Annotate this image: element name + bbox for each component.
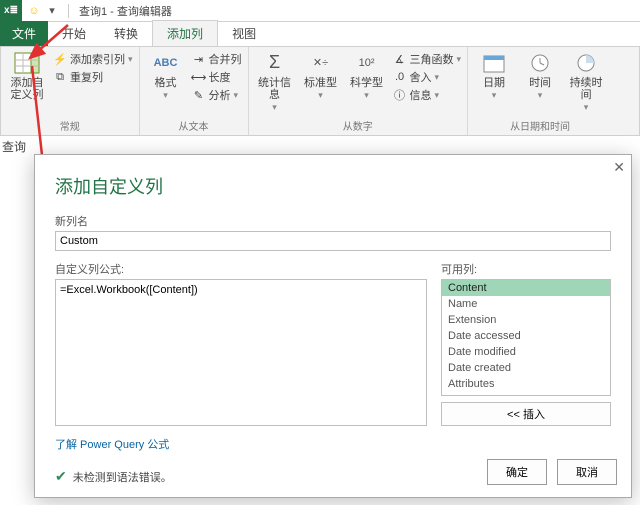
add-custom-column-dialog: ✕ 添加自定义列 新列名 自定义列公式: 可用列: Content Name E… — [34, 154, 632, 498]
tab-add-column[interactable]: 添加列 — [152, 20, 218, 46]
formula-input[interactable] — [55, 279, 427, 426]
tab-view[interactable]: 视图 — [218, 21, 270, 46]
standard-icon: ✕÷ — [307, 51, 335, 75]
list-item[interactable]: Date modified — [442, 344, 610, 360]
list-item[interactable]: Attributes — [442, 376, 610, 392]
list-item[interactable]: Date accessed — [442, 328, 610, 344]
list-item[interactable]: Name — [442, 296, 610, 312]
format-icon: ABC — [152, 51, 180, 75]
divider — [68, 4, 69, 18]
list-item[interactable]: Date created — [442, 360, 610, 376]
stats-button[interactable]: Σ 统计信息▾ — [255, 51, 295, 113]
close-icon[interactable]: ✕ — [613, 159, 625, 176]
add-index-column-button[interactable]: ⚡添加索引列▾ — [53, 51, 133, 67]
merge-columns-button[interactable]: ⇥合并列 — [192, 51, 242, 67]
round-button[interactable]: .0舍入▾ — [393, 69, 462, 85]
clock-icon — [526, 51, 554, 75]
learn-link[interactable]: 了解 Power Query 公式 — [55, 436, 611, 452]
smiley-icon[interactable]: ☺ — [26, 3, 42, 19]
duplicate-column-button[interactable]: ⧉重复列 — [53, 69, 133, 85]
tab-home[interactable]: 开始 — [48, 21, 100, 46]
length-icon: ⟷ — [192, 70, 206, 84]
available-columns-label: 可用列: — [441, 261, 611, 277]
group-label: 常规 — [60, 118, 80, 133]
group-from-number: Σ 统计信息▾ ✕÷ 标准型▾ 10² 科学型▾ ∡三角函数▾ .0舍入▾ ⓘ信… — [249, 47, 469, 135]
query-panel-label: 查询 — [2, 138, 26, 155]
dropdown-icon[interactable]: ▾ — [44, 3, 60, 19]
group-from-datetime: 日期▾ 时间▾ 持续时间▾ 从日期和时间 — [468, 47, 612, 135]
ribbon: 添加自定义列 ⚡添加索引列▾ ⧉重复列 常规 ABC 格式 ▾ ⇥合并列 ⟷长度… — [0, 46, 640, 136]
calendar-icon — [480, 51, 508, 75]
group-general: 添加自定义列 ⚡添加索引列▾ ⧉重复列 常规 — [1, 47, 140, 135]
new-column-input[interactable] — [55, 231, 611, 251]
scientific-icon: 10² — [353, 51, 381, 75]
time-button[interactable]: 时间▾ — [520, 51, 560, 101]
length-button[interactable]: ⟷长度 — [192, 69, 242, 85]
group-label: 从文本 — [179, 118, 209, 133]
trig-button[interactable]: ∡三角函数▾ — [393, 51, 462, 67]
chevron-down-icon: ▾ — [492, 91, 497, 101]
group-from-text: ABC 格式 ▾ ⇥合并列 ⟷长度 ✎分析▾ 从文本 — [140, 47, 249, 135]
chevron-down-icon: ▾ — [435, 72, 440, 83]
info-icon: ⓘ — [393, 88, 407, 102]
index-icon: ⚡ — [53, 52, 67, 66]
column-icon — [13, 51, 41, 75]
list-item[interactable]: Extension — [442, 312, 610, 328]
format-button[interactable]: ABC 格式 ▾ — [146, 51, 186, 101]
duplicate-icon: ⧉ — [53, 70, 67, 84]
title-bar: x≣ ☺ ▾ 查询1 - 查询编辑器 — [0, 0, 640, 22]
insert-button[interactable]: << 插入 — [441, 402, 611, 426]
ok-button[interactable]: 确定 — [487, 459, 547, 485]
window-title: 查询1 - 查询编辑器 — [79, 3, 172, 19]
add-custom-column-button[interactable]: 添加自定义列 — [7, 51, 47, 101]
duration-icon — [572, 51, 600, 75]
check-icon: ✔ — [55, 468, 67, 485]
chevron-down-icon: ▾ — [538, 91, 543, 101]
sigma-icon: Σ — [261, 51, 289, 75]
tab-file[interactable]: 文件 — [0, 21, 48, 46]
available-columns-list[interactable]: Content Name Extension Date accessed Dat… — [441, 279, 611, 396]
quick-access-toolbar: ☺ ▾ — [22, 3, 64, 19]
new-column-label: 新列名 — [55, 213, 611, 229]
status-text: 未检测到语法错误。 — [73, 469, 172, 485]
trig-icon: ∡ — [393, 52, 407, 66]
app-icon: x≣ — [0, 0, 22, 22]
chevron-down-icon: ▾ — [435, 90, 440, 101]
chevron-down-icon: ▾ — [364, 91, 369, 101]
round-icon: .0 — [393, 70, 407, 84]
chevron-down-icon: ▾ — [584, 103, 589, 113]
standard-button[interactable]: ✕÷ 标准型▾ — [301, 51, 341, 101]
chevron-down-icon: ▾ — [128, 54, 133, 65]
date-button[interactable]: 日期▾ — [474, 51, 514, 101]
list-item[interactable]: Content — [442, 280, 610, 296]
formula-label: 自定义列公式: — [55, 261, 427, 277]
chevron-down-icon: ▾ — [163, 91, 168, 101]
chevron-down-icon: ▾ — [272, 103, 277, 113]
group-label: 从数字 — [343, 118, 373, 133]
duration-button[interactable]: 持续时间▾ — [566, 51, 606, 113]
dialog-title: 添加自定义列 — [55, 173, 611, 199]
add-custom-column-label: 添加自定义列 — [7, 77, 47, 101]
info-button[interactable]: ⓘ信息▾ — [393, 87, 462, 103]
ribbon-tabs: 文件 开始 转换 添加列 视图 — [0, 22, 640, 46]
chevron-down-icon: ▾ — [318, 91, 323, 101]
cancel-button[interactable]: 取消 — [557, 459, 617, 485]
list-item[interactable]: Folder Path — [442, 392, 610, 396]
parse-icon: ✎ — [192, 88, 206, 102]
group-label: 从日期和时间 — [510, 118, 570, 133]
merge-icon: ⇥ — [192, 52, 206, 66]
chevron-down-icon: ▾ — [457, 54, 462, 65]
scientific-button[interactable]: 10² 科学型▾ — [347, 51, 387, 101]
chevron-down-icon: ▾ — [234, 90, 239, 101]
parse-button[interactable]: ✎分析▾ — [192, 87, 242, 103]
tab-transform[interactable]: 转换 — [100, 21, 152, 46]
